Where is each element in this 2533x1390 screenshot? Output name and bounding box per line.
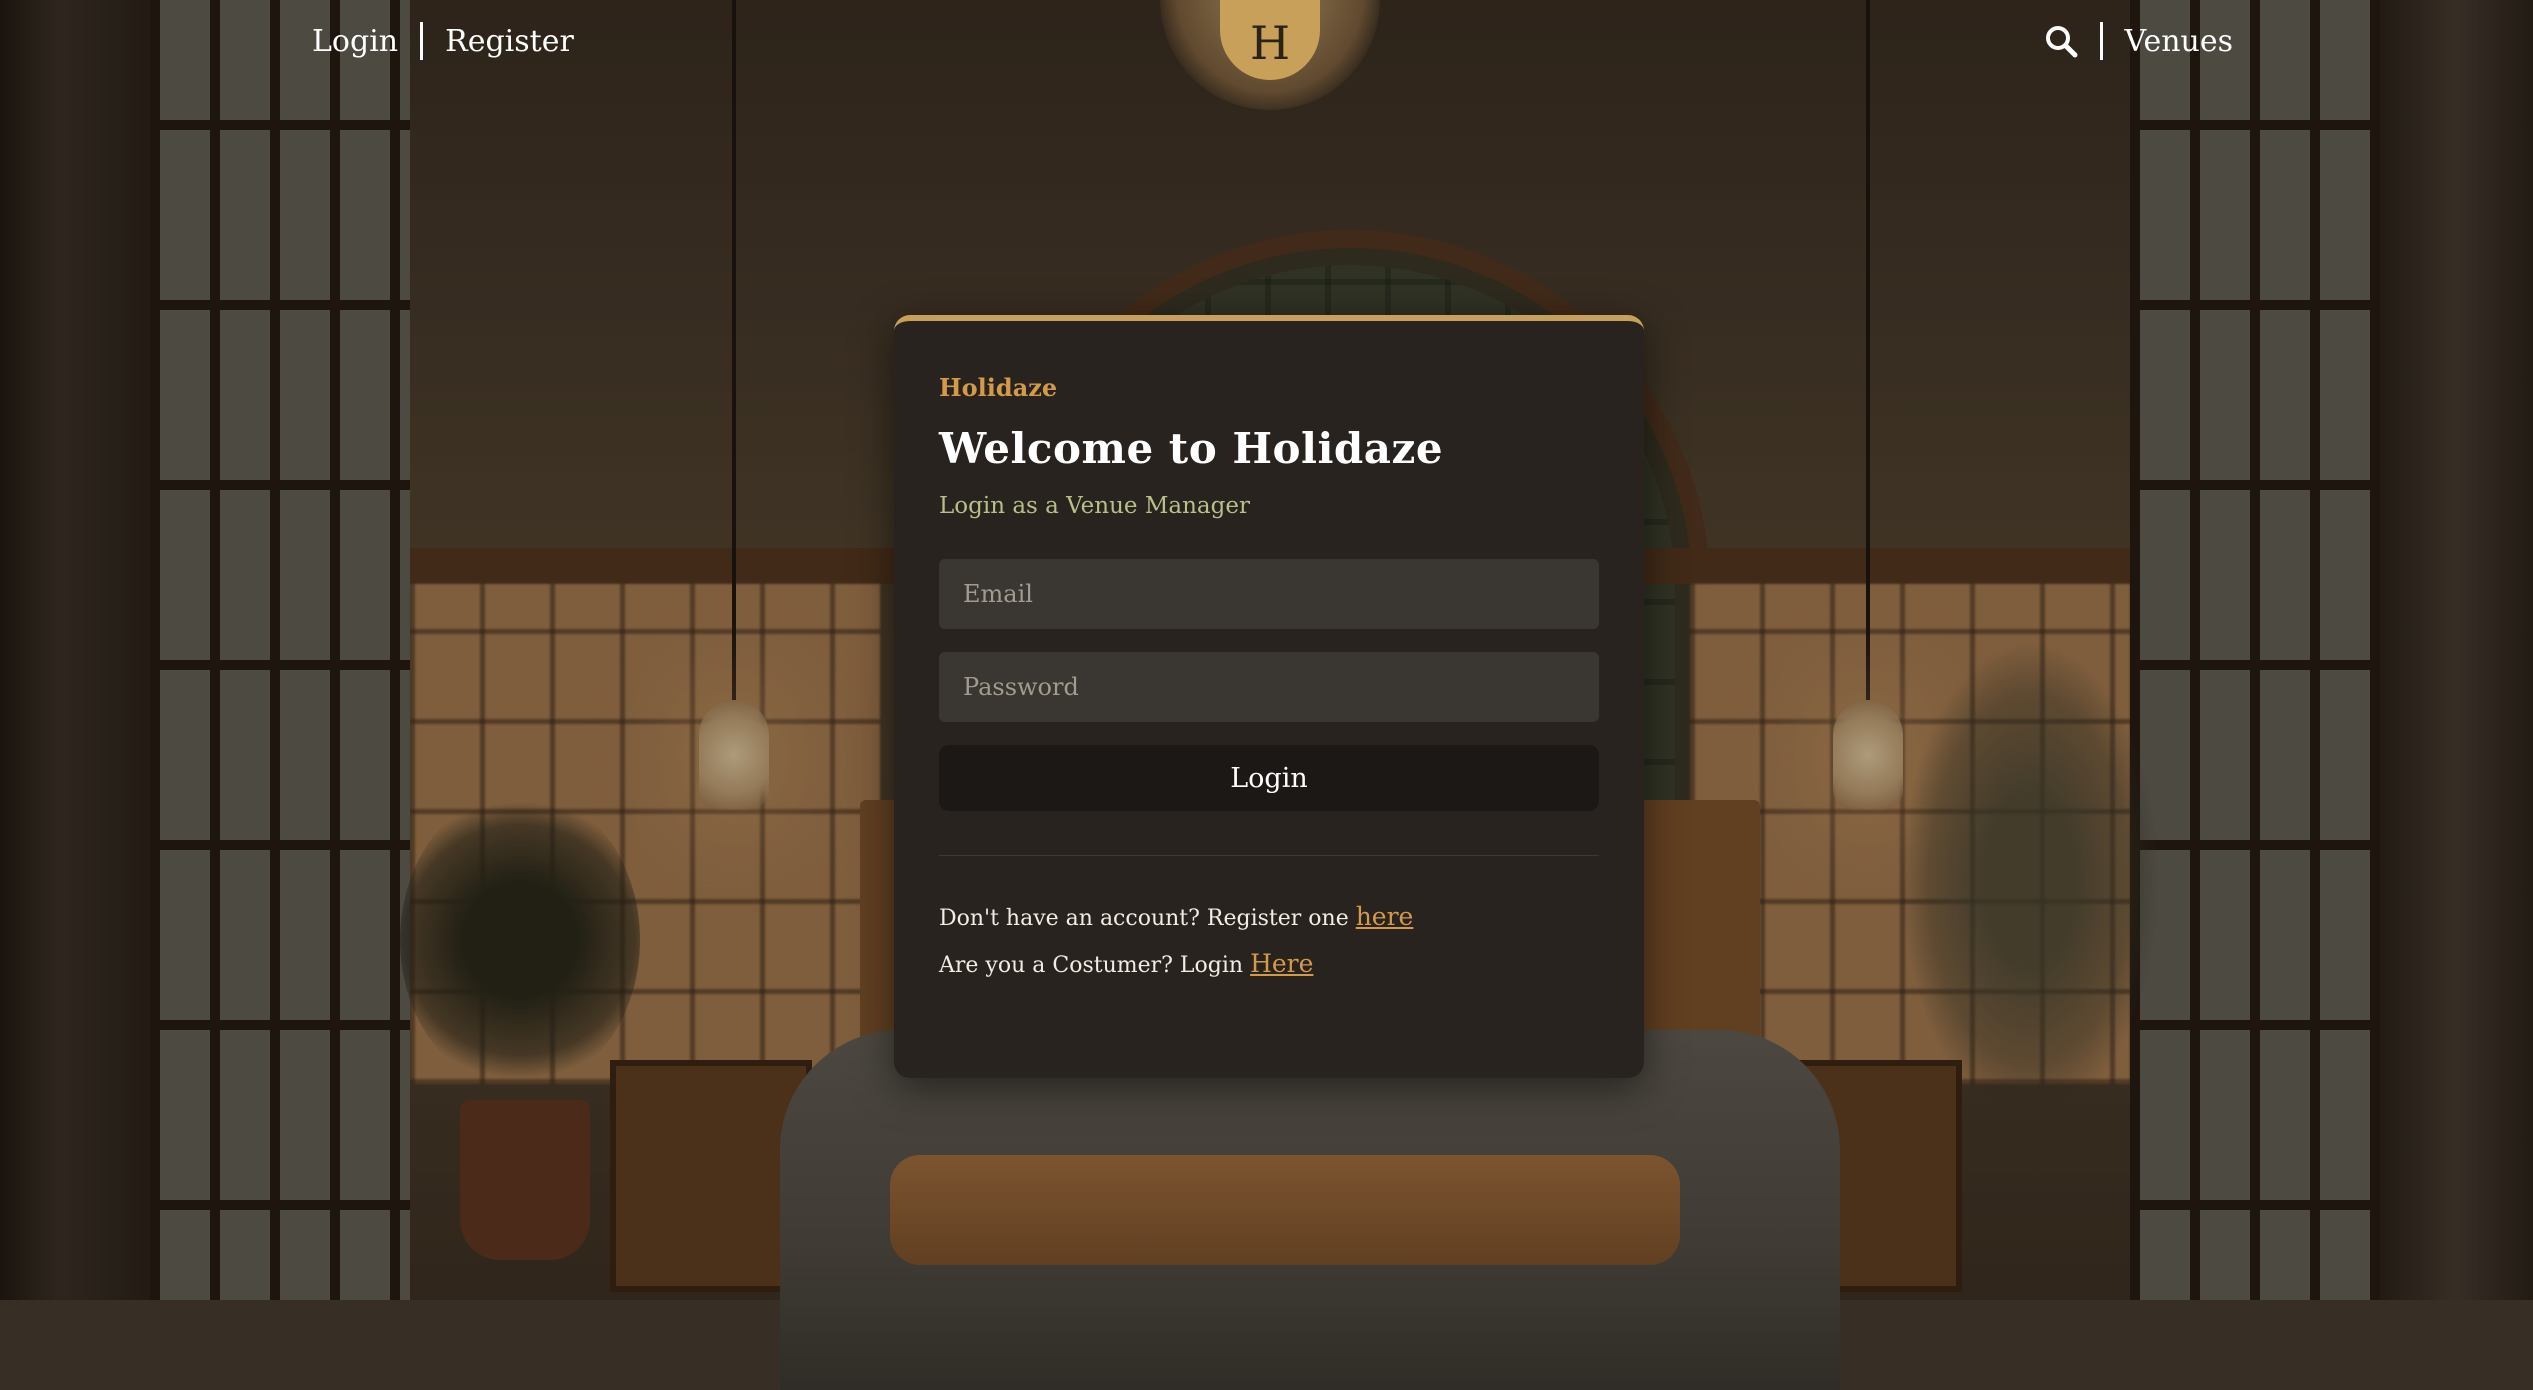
site-header: Login Register H Venues [0, 0, 2533, 90]
brand-name: Holidaze [939, 373, 1058, 402]
register-prompt: Don't have an account? Register one here [939, 902, 1599, 931]
nav-login-link[interactable]: Login [312, 24, 398, 59]
logo-letter: H [1249, 16, 1291, 70]
page-title: Welcome to Holidaze [939, 424, 1444, 473]
auth-nav: Login Register [312, 22, 574, 60]
customer-login-prompt: Are you a Costumer? Login Here [939, 949, 1599, 978]
nav-divider [420, 22, 424, 60]
main-nav: Venues [2044, 22, 2233, 60]
register-prompt-text: Don't have an account? Register one [939, 906, 1356, 931]
nav-venues-link[interactable]: Venues [2125, 24, 2233, 59]
customer-login-link[interactable]: Here [1250, 949, 1313, 978]
email-field[interactable] [939, 559, 1599, 629]
site-logo[interactable]: H [1220, 0, 1320, 80]
divider [939, 855, 1599, 856]
login-card: Holidaze Welcome to Holidaze Login as a … [894, 315, 1644, 1078]
register-here-link[interactable]: here [1356, 902, 1414, 931]
login-button[interactable]: Login [939, 745, 1599, 811]
login-form: Login [939, 559, 1599, 811]
customer-prompt-text: Are you a Costumer? Login [939, 953, 1251, 978]
page-subtitle: Login as a Venue Manager [939, 493, 1250, 519]
nav-register-link[interactable]: Register [445, 24, 574, 59]
search-icon[interactable] [2044, 24, 2078, 58]
password-field[interactable] [939, 652, 1599, 722]
nav-divider [2099, 22, 2103, 60]
